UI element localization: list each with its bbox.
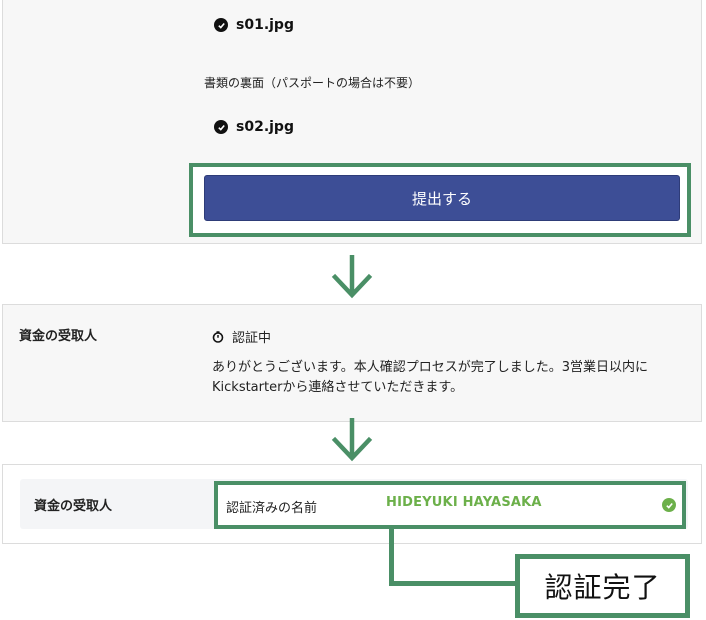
file-name: s01.jpg bbox=[236, 17, 294, 33]
back-side-label: 書類の裏面（パスポートの場合は不要） bbox=[204, 76, 421, 90]
callout-connector bbox=[389, 528, 394, 586]
verified-check-icon bbox=[662, 498, 676, 512]
check-circle-icon bbox=[214, 120, 228, 134]
section-title: 資金の受取人 bbox=[34, 499, 113, 514]
verified-name-value: HIDEYUKI HAYASAKA bbox=[386, 495, 542, 510]
status-text: 認証中 bbox=[232, 331, 272, 346]
status-indicator: 認証中 bbox=[212, 327, 271, 346]
verification-complete-callout: 認証完了 bbox=[515, 554, 690, 618]
uploaded-file-back: s02.jpg bbox=[214, 119, 294, 135]
down-arrow-icon bbox=[331, 418, 373, 462]
uploaded-file-front: s01.jpg bbox=[214, 17, 294, 33]
section-title: 資金の受取人 bbox=[19, 329, 98, 344]
timer-icon bbox=[212, 330, 224, 343]
callout-connector bbox=[389, 581, 519, 586]
submit-button[interactable]: 提出する bbox=[204, 175, 680, 221]
confirmation-message: ありがとうございます。本人確認プロセスが完了しました。3営業日以内にKickst… bbox=[212, 360, 648, 395]
file-name: s02.jpg bbox=[236, 119, 294, 135]
down-arrow-icon bbox=[331, 255, 373, 299]
verified-name-label: 認証済みの名前 bbox=[226, 501, 318, 516]
check-circle-icon bbox=[214, 18, 228, 32]
